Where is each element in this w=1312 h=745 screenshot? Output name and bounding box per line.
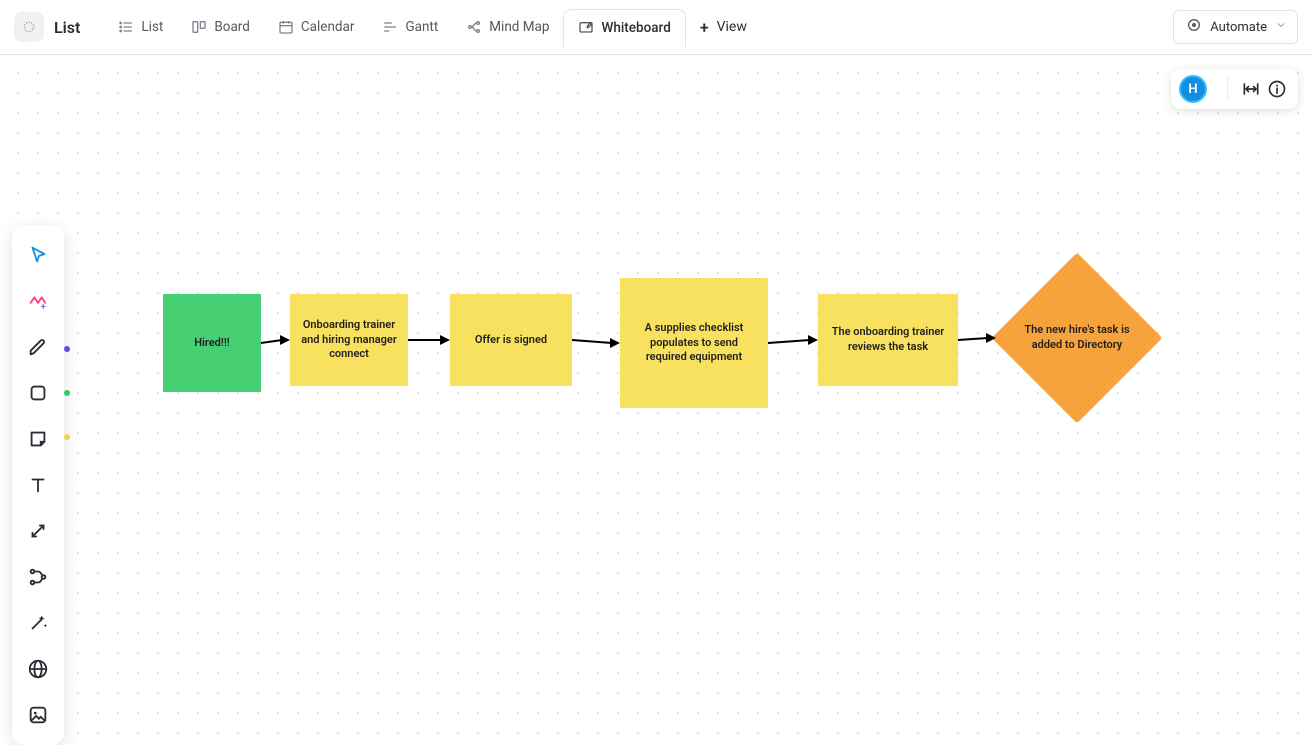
whiteboard-canvas[interactable]: Hired!!! Onboarding trainer and hiring ma… [0, 55, 1312, 742]
connector-arrow[interactable] [954, 330, 1004, 348]
automate-button[interactable]: Automate [1173, 10, 1298, 44]
sticky-note-text: The onboarding trainer reviews the task [828, 325, 948, 355]
diamond-text: The new hire's task is added to Director… [992, 253, 1162, 423]
sticky-note[interactable]: Hired!!! [163, 294, 261, 392]
tool-ai[interactable]: + [16, 279, 60, 323]
list-title: List [54, 18, 80, 37]
list-type-icon[interactable] [14, 12, 44, 42]
shape-color-dot [64, 390, 70, 396]
view-tab-label: Board [214, 19, 250, 35]
tool-sticky[interactable] [16, 417, 60, 461]
whiteboard-toolbox: + [12, 225, 64, 745]
fit-to-screen-icon[interactable] [1238, 76, 1264, 102]
tool-select[interactable] [16, 233, 60, 277]
svg-text:+: + [41, 302, 46, 312]
view-tab-whiteboard[interactable]: Whiteboard [563, 9, 685, 48]
sticky-note[interactable]: A supplies checklist populates to send r… [620, 278, 768, 408]
sticky-note[interactable]: Onboarding trainer and hiring manager co… [290, 294, 408, 386]
views-tabs: List Board Calendar Gantt Mind Map [104, 8, 760, 47]
tool-connector[interactable] [16, 509, 60, 553]
gantt-view-icon [382, 19, 398, 35]
view-tab-label: Mind Map [489, 19, 549, 35]
header-bar: List List Board Calendar Gantt [0, 0, 1312, 55]
calendar-view-icon [278, 19, 294, 35]
connector-arrow[interactable] [257, 332, 298, 351]
plus-icon: + [700, 18, 709, 37]
sticky-note[interactable]: Offer is signed [450, 294, 572, 386]
add-view-button[interactable]: + View [686, 10, 761, 45]
connector-arrow[interactable] [568, 332, 628, 351]
view-tab-gantt[interactable]: Gantt [368, 11, 452, 43]
board-view-icon [191, 19, 207, 35]
chevron-down-icon [1275, 19, 1287, 35]
automation-icon [1186, 17, 1202, 37]
divider [1227, 77, 1228, 101]
connector-arrow[interactable] [764, 332, 826, 351]
mindmap-view-icon [466, 19, 482, 35]
sticky-note-text: Hired!!! [194, 336, 229, 351]
connector-arrow[interactable] [404, 332, 458, 348]
view-tab-label: List [141, 19, 163, 35]
info-icon[interactable] [1264, 76, 1290, 102]
whiteboard-view-icon [578, 20, 594, 36]
view-tab-calendar[interactable]: Calendar [264, 11, 369, 43]
automate-label: Automate [1210, 20, 1267, 35]
header-right: Automate [1173, 10, 1298, 44]
sticky-color-dot [64, 434, 70, 440]
view-tab-list[interactable]: List [104, 11, 177, 43]
view-tab-label: Gantt [405, 19, 438, 35]
pen-color-dot [64, 346, 70, 352]
list-view-icon [118, 19, 134, 35]
tool-shape[interactable] [16, 371, 60, 415]
header-left: List [14, 12, 90, 42]
add-view-label: View [717, 19, 747, 35]
canvas-wrapper: Hired!!! Onboarding trainer and hiring ma… [0, 55, 1312, 742]
canvas-top-right-panel: H [1171, 69, 1298, 109]
view-tab-label: Whiteboard [601, 20, 670, 36]
avatar[interactable]: H [1179, 75, 1207, 103]
tool-image[interactable] [16, 693, 60, 737]
view-tab-board[interactable]: Board [177, 11, 264, 43]
sticky-note[interactable]: The onboarding trainer reviews the task [818, 294, 958, 386]
diamond-node[interactable]: The new hire's task is added to Director… [992, 253, 1162, 423]
view-tab-mindmap[interactable]: Mind Map [452, 11, 563, 43]
tool-text[interactable] [16, 463, 60, 507]
tool-relationship[interactable] [16, 555, 60, 599]
tool-web[interactable] [16, 647, 60, 691]
view-tab-label: Calendar [301, 19, 355, 35]
tool-magic[interactable] [16, 601, 60, 645]
tool-pen[interactable] [16, 325, 60, 369]
sticky-note-text: A supplies checklist populates to send r… [630, 321, 758, 366]
sticky-note-text: Onboarding trainer and hiring manager co… [300, 318, 398, 363]
sticky-note-text: Offer is signed [475, 333, 547, 348]
